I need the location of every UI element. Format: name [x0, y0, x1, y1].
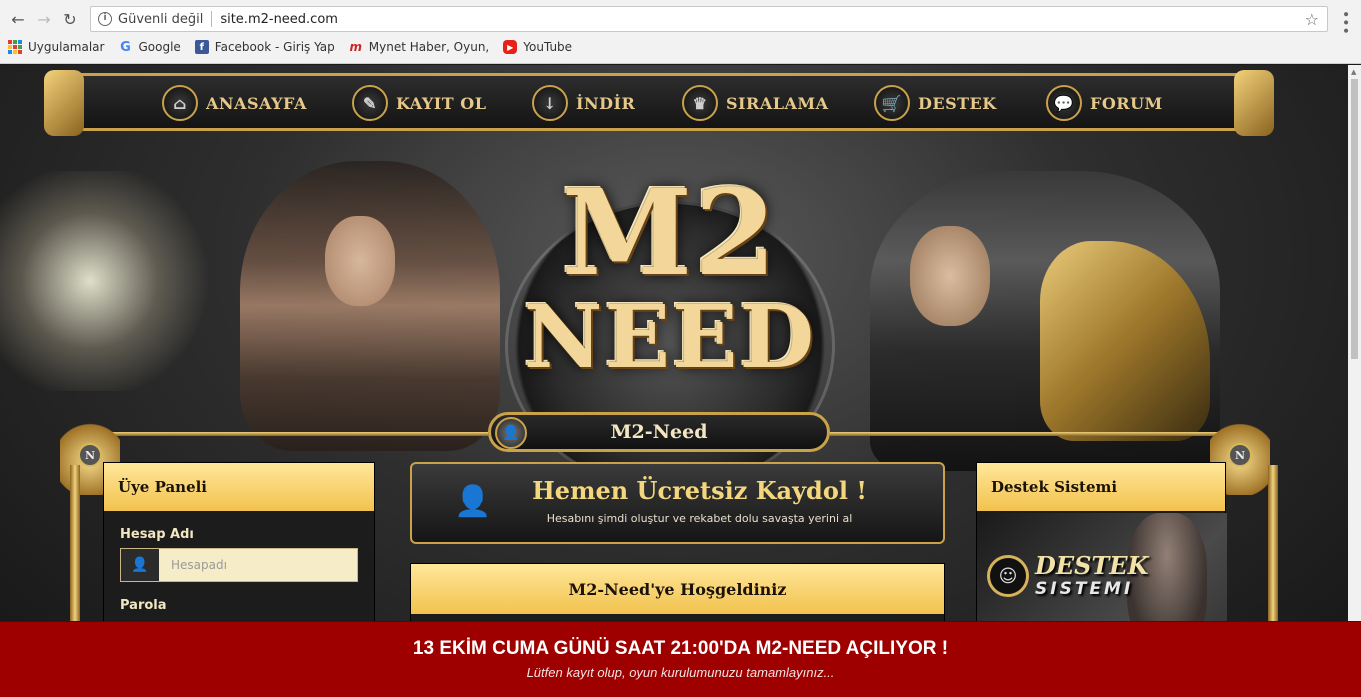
cart-icon: 🛒 — [874, 85, 910, 121]
bookmark-star-icon[interactable]: ☆ — [1305, 10, 1319, 29]
youtube-icon: ▶ — [503, 40, 518, 54]
user-icon: 👤 — [121, 549, 159, 581]
bookmark-apps[interactable]: Uygulamalar — [8, 40, 104, 54]
register-icon: ✎ — [352, 85, 388, 121]
url-text[interactable]: site.m2-need.com — [220, 12, 338, 27]
mynet-icon: m — [349, 40, 363, 54]
member-panel-title: Üye Paneli — [104, 463, 374, 511]
signup-subtitle: Hesabını şimdi oluştur ve rekabet dolu s… — [546, 512, 853, 525]
nav-item-anasayfa[interactable]: ⌂ ANASAYFA — [162, 85, 307, 121]
support-agent-icon: ☺ — [987, 555, 1029, 597]
bookmarks-bar: Uygulamalar G Google f Facebook - Giriş … — [8, 39, 572, 55]
bookmark-youtube[interactable]: ▶ YouTube — [503, 40, 572, 54]
announcement-subtitle: Lütfen kayıt olup, oyun kurulumunuzu tam… — [526, 665, 835, 680]
corner-emblem: N — [1228, 443, 1252, 467]
nav-item-forum[interactable]: 💬 FORUM — [1046, 85, 1163, 121]
security-label[interactable]: Güvenli değil — [118, 12, 203, 27]
chat-icon: 💬 — [1046, 85, 1082, 121]
nav-item-destek[interactable]: 🛒 DESTEK — [874, 85, 997, 121]
signup-title: Hemen Ücretsiz Kaydol ! — [532, 476, 867, 505]
nav-label: SIRALAMA — [726, 93, 829, 113]
support-title: Destek Sistemi — [977, 463, 1225, 511]
scroll-up-icon[interactable]: ▲ — [1351, 68, 1356, 76]
site-title: M2-Need — [610, 421, 708, 443]
main-navigation: ⌂ ANASAYFA ✎ KAYIT OL ↓ İNDİR ♛ SIRALAMA… — [44, 70, 1274, 136]
username-input[interactable] — [159, 549, 357, 581]
support-image-subtitle: SISTEMI — [1035, 579, 1134, 599]
bookmark-label: Google — [138, 40, 181, 54]
bookmark-facebook[interactable]: f Facebook - Giriş Yap — [194, 40, 335, 54]
logo-need: NEED — [523, 287, 817, 388]
site-title-banner: 👤 M2-Need — [488, 412, 830, 452]
support-image-title: DESTEK — [1035, 551, 1149, 580]
home-icon: ⌂ — [162, 85, 198, 121]
page-scrollbar[interactable]: ▲ — [1348, 65, 1361, 697]
nav-label: İNDİR — [576, 93, 636, 113]
user-icon: 👤 — [495, 417, 527, 449]
username-label: Hesap Adı — [120, 527, 194, 542]
bookmark-label: Facebook - Giriş Yap — [214, 40, 335, 54]
bookmark-label: Mynet Haber, Oyun, — [368, 40, 490, 54]
browser-chrome: ← → ↻ i Güvenli değil site.m2-need.com ☆… — [0, 0, 1361, 64]
female-character-image — [240, 161, 500, 451]
apps-grid-icon — [8, 40, 22, 54]
address-separator — [211, 11, 213, 27]
nav-item-siralama[interactable]: ♛ SIRALAMA — [682, 85, 829, 121]
reload-icon[interactable]: ↻ — [58, 8, 82, 30]
username-field: 👤 — [120, 548, 358, 582]
logo-m2: M2 — [561, 163, 779, 302]
frame-line-right — [830, 432, 1230, 436]
facebook-icon: f — [194, 40, 209, 54]
signup-banner[interactable]: 👤 Hemen Ücretsiz Kaydol ! Hesabını şimdi… — [410, 462, 945, 544]
nav-label: KAYIT OL — [396, 93, 487, 113]
browser-nav-buttons: ← → ↻ — [6, 8, 82, 30]
welcome-title: M2-Need'ye Hoşgeldiniz — [411, 564, 944, 614]
nav-label: FORUM — [1090, 93, 1163, 113]
bookmark-label: YouTube — [523, 40, 573, 54]
nav-label: DESTEK — [918, 93, 997, 113]
bookmark-mynet[interactable]: m Mynet Haber, Oyun, — [349, 40, 490, 54]
download-icon: ↓ — [532, 85, 568, 121]
info-icon[interactable]: i — [98, 12, 112, 26]
bookmark-label: Uygulamalar — [28, 40, 105, 54]
frame-line-left — [100, 432, 488, 436]
corner-emblem: N — [78, 443, 102, 467]
google-icon: G — [120, 39, 131, 55]
nav-item-indir[interactable]: ↓ İNDİR — [532, 85, 635, 121]
web-page: ⌂ ANASAYFA ✎ KAYIT OL ↓ İNDİR ♛ SIRALAMA… — [0, 65, 1348, 697]
announcement-bar: 13 EKİM CUMA GÜNÜ SAAT 21:00'DA M2-NEED … — [0, 621, 1361, 697]
password-label: Parola — [120, 598, 167, 613]
ranking-icon: ♛ — [682, 85, 718, 121]
light-glow — [0, 171, 220, 391]
forward-icon[interactable]: → — [32, 8, 56, 30]
nav-item-kayit-ol[interactable]: ✎ KAYIT OL — [352, 85, 486, 121]
bookmark-google[interactable]: G Google — [118, 39, 181, 55]
announcement-title: 13 EKİM CUMA GÜNÜ SAAT 21:00'DA M2-NEED … — [412, 638, 949, 659]
browser-menu-icon[interactable]: ••• — [1337, 10, 1353, 35]
address-bar[interactable]: i Güvenli değil site.m2-need.com ☆ — [90, 6, 1328, 32]
male-character-image — [870, 171, 1220, 471]
nav-label: ANASAYFA — [206, 93, 307, 113]
scrollbar-thumb[interactable] — [1351, 79, 1358, 359]
back-icon[interactable]: ← — [6, 8, 30, 30]
